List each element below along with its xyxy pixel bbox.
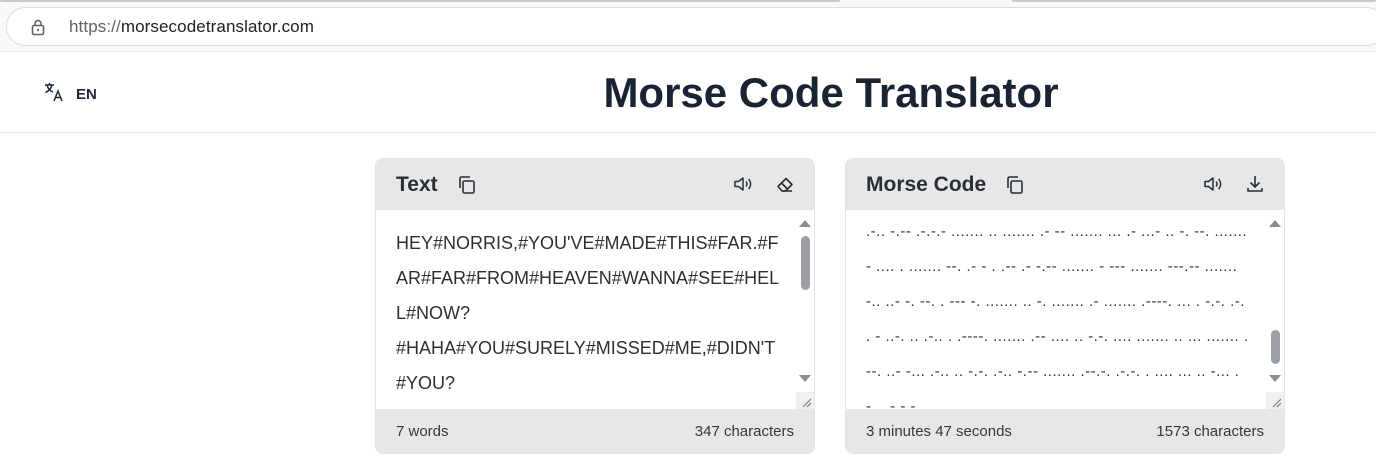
resize-handle[interactable] (1266, 392, 1284, 410)
text-panel-title: Text (396, 172, 438, 196)
morse-panel-header: Morse Code (846, 159, 1284, 210)
copy-icon[interactable] (1004, 174, 1026, 196)
lock-icon[interactable] (29, 18, 47, 36)
character-count: 347 characters (694, 422, 794, 440)
address-bar[interactable]: https://morsecodetranslator.com (6, 7, 1376, 46)
text-scrollbar[interactable] (798, 212, 812, 382)
text-panel-footer: 7 words 347 characters (376, 409, 814, 453)
scroll-down-arrow[interactable] (799, 375, 811, 382)
eraser-icon[interactable] (774, 173, 796, 195)
text-panel: Text HEY#NORRIS,#YOU'VE#MADE#THIS#FAR.#F… (375, 158, 815, 454)
morse-panel-title: Morse Code (866, 172, 987, 196)
scroll-up-arrow[interactable] (1269, 220, 1281, 227)
morse-output-area[interactable]: .-.. -.-- .-.-.- ....... .. ....... .- -… (846, 210, 1284, 410)
tab-strip (0, 0, 1376, 4)
resize-handle[interactable] (796, 392, 814, 410)
site-header: EN Morse Code Translator (0, 52, 1376, 133)
scroll-thumb[interactable] (801, 236, 810, 290)
url-host: morsecodetranslator.com (120, 16, 314, 36)
word-count: 7 words (396, 422, 449, 440)
morse-panel-footer: 3 minutes 47 seconds 1573 characters (846, 409, 1284, 453)
text-input-area[interactable]: HEY#NORRIS,#YOU'VE#MADE#THIS#FAR.#FAR#FA… (376, 210, 814, 410)
morse-output[interactable]: .-.. -.-- .-.-.- ....... .. ....... .- -… (866, 214, 1251, 410)
speaker-icon[interactable] (1202, 173, 1224, 195)
text-input[interactable]: HEY#NORRIS,#YOU'VE#MADE#THIS#FAR.#FAR#FA… (396, 226, 781, 410)
morse-panel: Morse Code .-.. -.-- .-.-.- ....... .. .… (845, 158, 1285, 454)
text-panel-header: Text (376, 159, 814, 210)
url-scheme: https:// (69, 16, 121, 36)
copy-icon[interactable] (456, 174, 478, 196)
scroll-down-arrow[interactable] (1269, 375, 1281, 382)
duration-text: 3 minutes 47 seconds (866, 422, 1012, 440)
morse-scrollbar[interactable] (1268, 212, 1282, 382)
character-count: 1573 characters (1156, 422, 1264, 440)
browser-chrome: https://morsecodetranslator.com (0, 0, 1376, 52)
speaker-icon[interactable] (732, 173, 754, 195)
page-title: Morse Code Translator (603, 69, 1059, 116)
url-text[interactable]: https://morsecodetranslator.com (69, 17, 314, 37)
scroll-thumb[interactable] (1271, 330, 1280, 364)
scroll-up-arrow[interactable] (799, 220, 811, 227)
download-icon[interactable] (1244, 173, 1266, 195)
